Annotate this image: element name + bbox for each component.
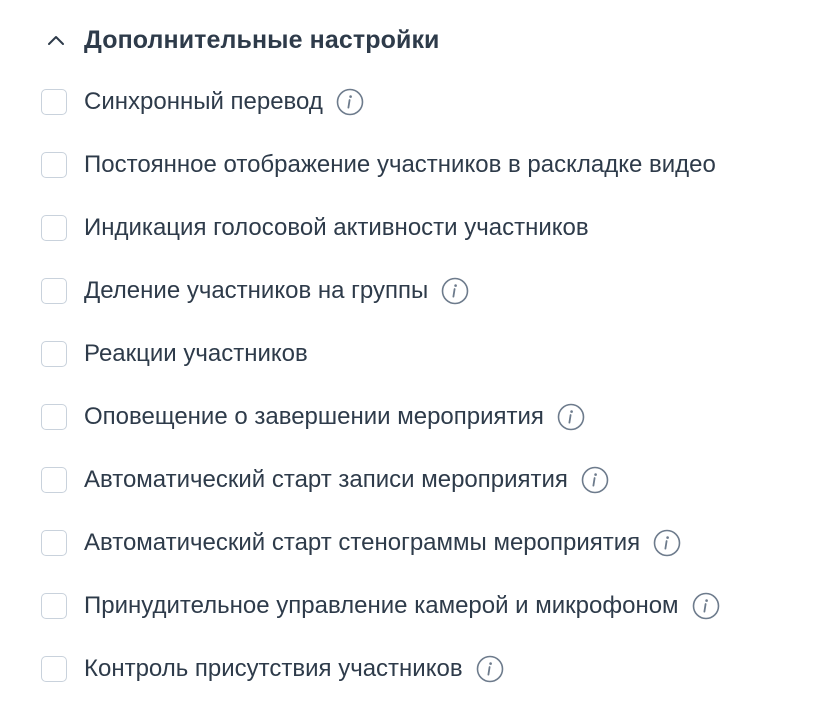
option-label: Автоматический старт записи мероприятия — [84, 465, 568, 493]
option-sync-translation[interactable]: Синхронный перевод — [41, 70, 801, 133]
option-label: Синхронный перевод — [84, 87, 323, 115]
option-label: Реакции участников — [84, 339, 308, 367]
option-forced-av-control[interactable]: Принудительное управление камерой и микр… — [41, 574, 801, 637]
info-icon[interactable] — [557, 403, 585, 431]
option-auto-recording[interactable]: Автоматический старт записи мероприятия — [41, 448, 801, 511]
option-auto-transcript[interactable]: Автоматический старт стенограммы меропри… — [41, 511, 801, 574]
option-label: Автоматический старт стенограммы меропри… — [84, 528, 641, 556]
section-title: Дополнительные настройки — [84, 25, 440, 54]
options-list: Синхронный перевод Постоянное отображени… — [41, 70, 801, 700]
checkbox[interactable] — [41, 466, 67, 493]
checkbox[interactable] — [41, 403, 67, 430]
checkbox[interactable] — [41, 277, 67, 304]
checkbox[interactable] — [41, 340, 67, 367]
info-icon[interactable] — [653, 529, 681, 557]
checkbox[interactable] — [41, 214, 67, 241]
info-icon[interactable] — [441, 277, 469, 305]
info-icon[interactable] — [692, 592, 720, 620]
info-icon[interactable] — [336, 88, 364, 116]
option-label: Индикация голосовой активности участнико… — [84, 213, 589, 241]
option-voice-activity[interactable]: Индикация голосовой активности участнико… — [41, 196, 801, 259]
checkbox[interactable] — [41, 655, 67, 682]
info-icon[interactable] — [581, 466, 609, 494]
option-label: Оповещение о завершении мероприятия — [84, 402, 544, 430]
option-label: Постоянное отображение участников в раск… — [84, 150, 716, 178]
option-end-notification[interactable]: Оповещение о завершении мероприятия — [41, 385, 801, 448]
checkbox[interactable] — [41, 88, 67, 115]
option-reactions[interactable]: Реакции участников — [41, 322, 801, 385]
option-presence-control[interactable]: Контроль присутствия участников — [41, 637, 801, 700]
checkbox[interactable] — [41, 529, 67, 556]
option-persistent-participants[interactable]: Постоянное отображение участников в раск… — [41, 133, 801, 196]
additional-settings-panel: Дополнительные настройки Синхронный пере… — [0, 0, 813, 721]
option-breakout-groups[interactable]: Деление участников на группы — [41, 259, 801, 322]
info-icon[interactable] — [476, 655, 504, 683]
option-label: Контроль присутствия участников — [84, 654, 463, 682]
option-label: Принудительное управление камерой и микр… — [84, 591, 679, 619]
option-label: Деление участников на группы — [84, 276, 429, 304]
checkbox[interactable] — [41, 592, 67, 619]
checkbox[interactable] — [41, 151, 67, 178]
section-toggle[interactable]: Дополнительные настройки — [46, 22, 440, 58]
chevron-up-icon[interactable] — [46, 30, 66, 50]
